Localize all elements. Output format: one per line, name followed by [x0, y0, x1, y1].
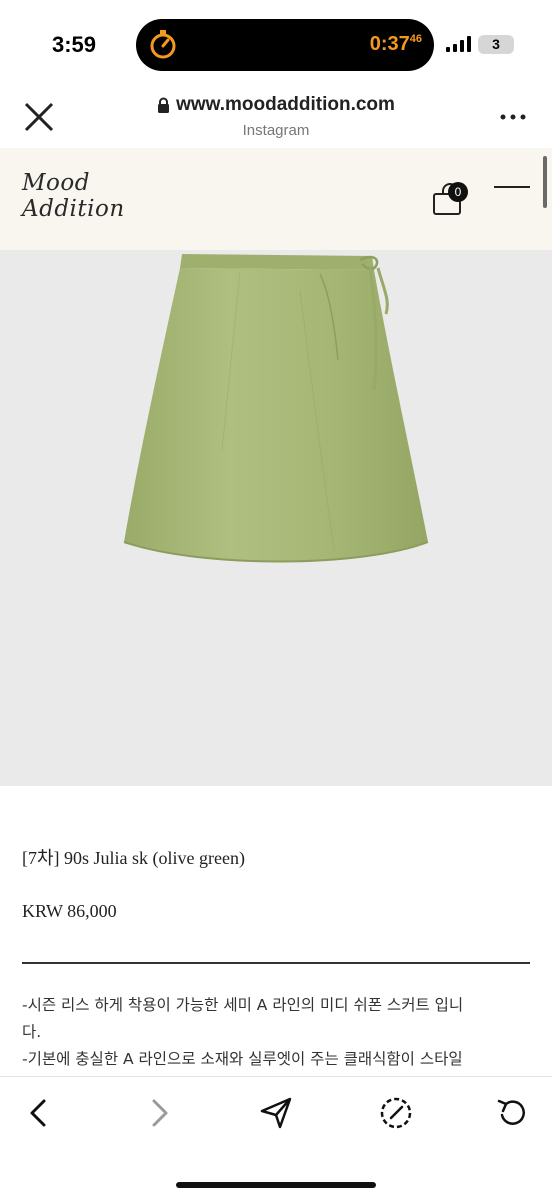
address-bar[interactable]: www.moodaddition.com Instagram — [0, 94, 552, 139]
compass-icon[interactable] — [378, 1095, 414, 1131]
description-line: -기본에 충실한 A 라인으로 소재와 실루엣이 주는 클래식함이 스타일 — [22, 1050, 463, 1068]
skirt-illustration — [123, 254, 429, 563]
battery-indicator: 3 — [478, 35, 514, 54]
logo-line-2: Addition — [22, 196, 125, 222]
url-text: www.moodaddition.com — [176, 94, 395, 115]
share-icon[interactable] — [258, 1095, 294, 1131]
logo-line-1: Mood — [22, 170, 90, 196]
product-title: [7차] 90s Julia sk (olive green) — [22, 848, 246, 868]
description-line: -시즌 리스 하게 착용이 가능한 세미 A 라인의 미디 쉬폰 스커트 입니 — [22, 996, 464, 1014]
timer-icon — [150, 30, 176, 59]
signal-icon — [446, 36, 471, 52]
forward-arrow-icon[interactable] — [140, 1095, 176, 1131]
cart-count-badge: 0 — [448, 182, 468, 202]
hamburger-menu-icon[interactable] — [494, 186, 530, 190]
description-line: 다. — [22, 1023, 42, 1041]
divider — [22, 962, 530, 964]
lock-icon — [158, 97, 170, 113]
back-arrow-icon[interactable] — [22, 1095, 58, 1131]
reload-icon[interactable] — [494, 1095, 530, 1131]
dynamic-island[interactable]: 0:3746 — [136, 19, 434, 71]
status-time: 3:59 — [52, 32, 97, 57]
browser-header: www.moodaddition.com Instagram — [0, 88, 552, 148]
site-header: Mood Addition — [0, 148, 552, 250]
scrollbar-thumb[interactable] — [543, 156, 547, 208]
brand-logo[interactable]: Mood Addition — [22, 170, 125, 222]
product-image[interactable] — [0, 250, 552, 786]
home-indicator[interactable] — [176, 1182, 376, 1188]
status-bar: 3:59 0:3746 3 — [0, 0, 552, 88]
product-price: KRW 86,000 — [22, 901, 117, 921]
product-info: [7차] 90s Julia sk (olive green) KRW 86,0… — [0, 786, 552, 1076]
source-label: Instagram — [242, 122, 310, 139]
timer-readout: 0:3746 — [369, 33, 422, 55]
more-icon[interactable] — [498, 112, 528, 122]
product-description: -시즌 리스 하게 착용이 가능한 세미 A 라인의 미디 쉬폰 스커트 입니 … — [22, 992, 532, 1073]
